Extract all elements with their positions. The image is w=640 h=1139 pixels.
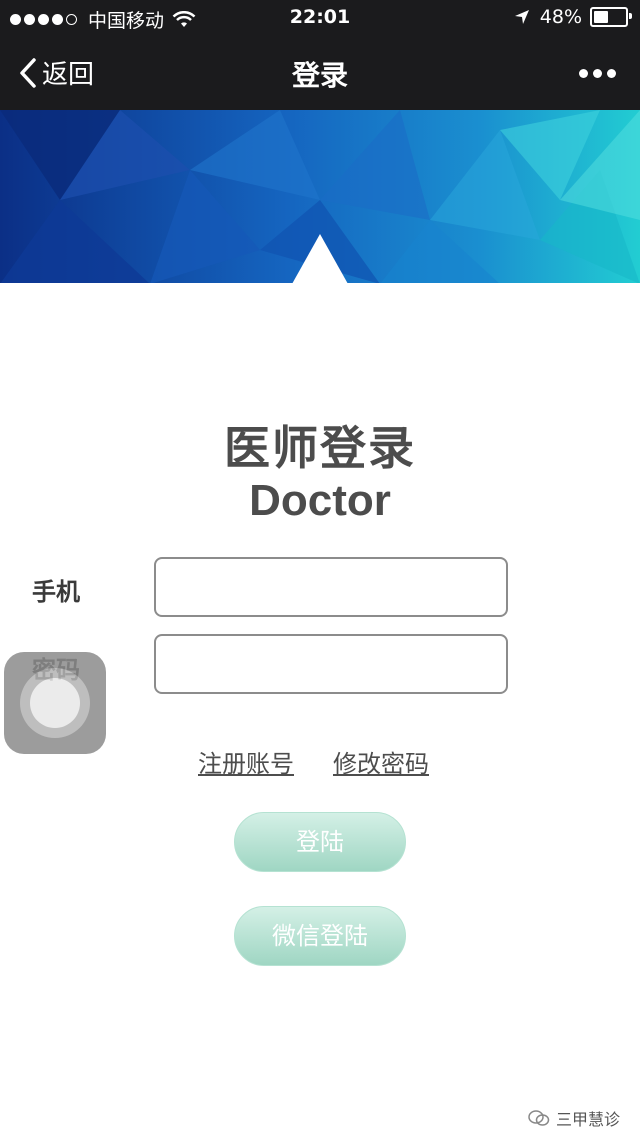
wechat-login-button[interactable]: 微信登陆 <box>234 906 406 966</box>
nav-bar: 返回 登录 <box>0 36 640 110</box>
page-title: 登录 <box>291 59 348 92</box>
header-banner <box>0 110 640 284</box>
login-button[interactable]: 登陆 <box>234 812 406 872</box>
phone-label: 手机 <box>32 578 80 606</box>
polygon-banner-graphic <box>0 110 640 284</box>
phone-input[interactable] <box>154 557 508 617</box>
status-right: 48% <box>514 6 632 28</box>
location-arrow-icon <box>514 10 529 24</box>
login-title: 医师登录 <box>224 421 416 475</box>
wechat-logo-icon <box>528 1110 550 1126</box>
battery-icon <box>590 7 632 27</box>
change-password-link[interactable]: 修改密码 <box>333 744 429 779</box>
assistive-touch-button[interactable] <box>4 652 106 754</box>
status-bar: 中国移动 22:01 48% <box>0 0 640 36</box>
password-input[interactable] <box>154 634 508 694</box>
register-link[interactable]: 注册账号 <box>198 744 294 779</box>
login-subtitle: Doctor <box>249 476 391 525</box>
watermark: 三甲慧诊 <box>528 1106 620 1130</box>
more-icon[interactable] <box>574 69 616 78</box>
battery-percent: 48% <box>539 6 582 28</box>
watermark-text: 三甲慧诊 <box>555 1110 620 1129</box>
